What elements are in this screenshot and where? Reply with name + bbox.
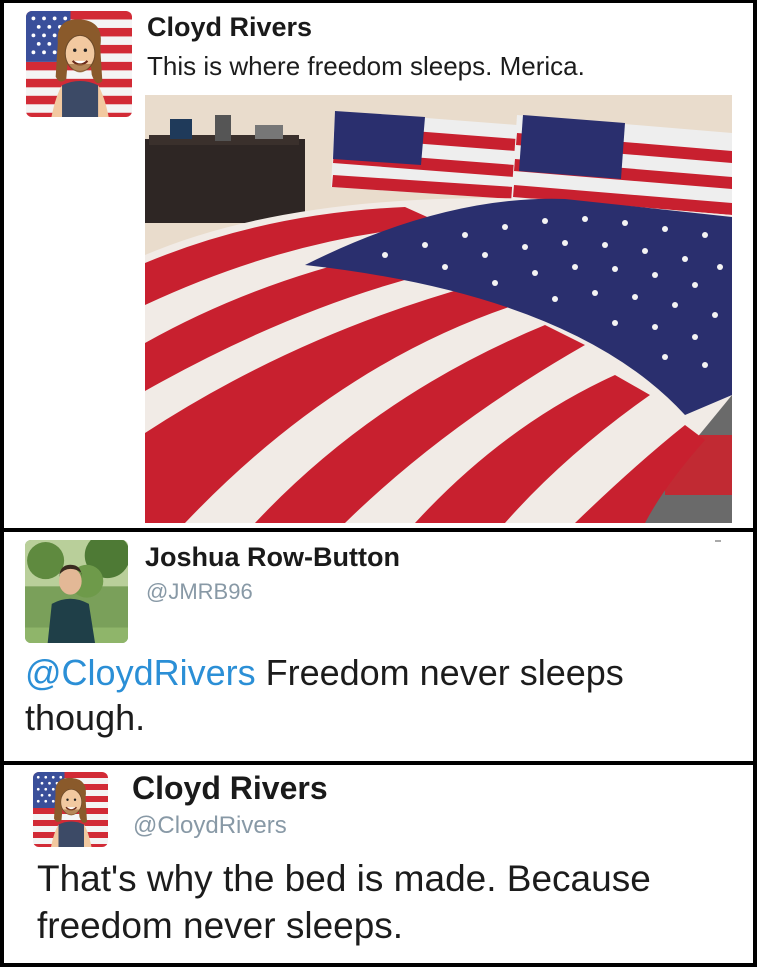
original-tweet-card[interactable]: Cloyd Rivers This is where freedom sleep…: [4, 3, 753, 528]
mention-link[interactable]: @CloydRivers: [25, 652, 256, 693]
tweet-text: @CloydRivers Freedom never sleeps though…: [25, 650, 725, 741]
tweet-text: That's why the bed is made. Because free…: [37, 858, 651, 946]
divider-mark: [715, 540, 721, 542]
author-handle[interactable]: @CloydRivers: [133, 812, 287, 840]
tweet-photo[interactable]: [145, 95, 732, 523]
author-handle[interactable]: @JMRB96: [146, 579, 253, 605]
flag-caricature-avatar-icon: [26, 11, 132, 117]
cloyd-rivers-avatar[interactable]: [26, 11, 132, 117]
flag-caricature-avatar-icon: [33, 772, 108, 847]
author-name[interactable]: Cloyd Rivers: [132, 770, 328, 807]
bed-with-american-flag-bedding-image: [145, 95, 732, 523]
author-name[interactable]: Cloyd Rivers: [147, 12, 312, 43]
cloyd-rivers-avatar[interactable]: [33, 772, 108, 847]
reply-tweet-card-cloyd[interactable]: Cloyd Rivers @CloydRivers That's why the…: [4, 765, 753, 963]
joshua-avatar[interactable]: [25, 540, 128, 643]
reply-tweet-card-joshua[interactable]: Joshua Row-Button @JMRB96 @CloydRivers F…: [4, 532, 753, 761]
tweet-text: This is where freedom sleeps. Merica.: [147, 51, 585, 81]
author-name[interactable]: Joshua Row-Button: [145, 542, 400, 573]
person-photo-avatar-icon: [25, 540, 128, 643]
